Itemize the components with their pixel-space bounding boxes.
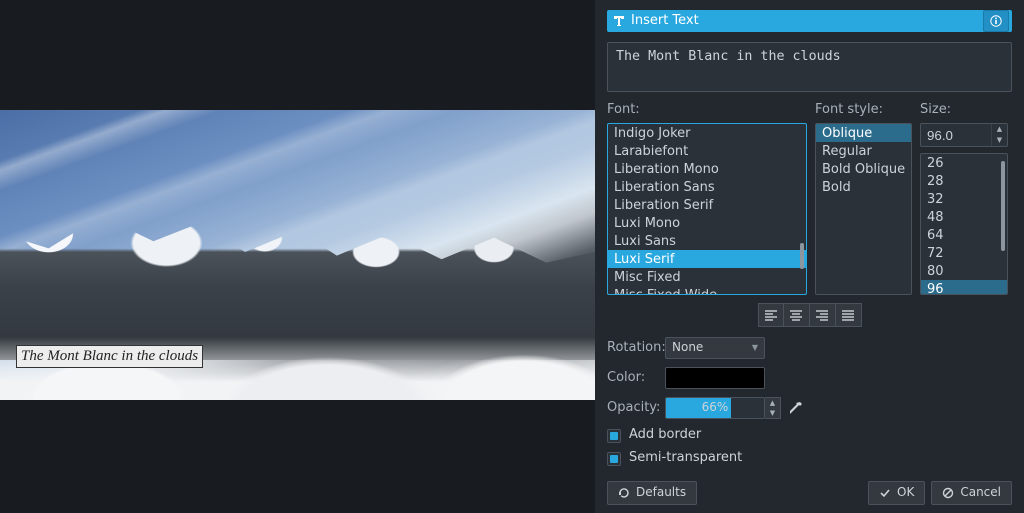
- text-content-input[interactable]: [607, 42, 1012, 92]
- list-item[interactable]: Oblique: [816, 124, 911, 142]
- scrollbar-thumb[interactable]: [800, 243, 804, 269]
- align-justify-button[interactable]: [836, 303, 862, 327]
- opacity-step-down[interactable]: ▼: [765, 408, 780, 418]
- opacity-slider[interactable]: 66%: [665, 397, 765, 419]
- panel-titlebar: Insert Text: [607, 10, 1012, 32]
- size-label: Size:: [920, 102, 1008, 119]
- list-item[interactable]: Bold: [816, 178, 911, 196]
- preview-canvas[interactable]: The Mont Blanc in the clouds: [0, 110, 595, 400]
- alignment-toolbar: [607, 303, 1012, 327]
- app-root: The Mont Blanc in the clouds Insert Text…: [0, 0, 1024, 513]
- opacity-value: 66%: [702, 400, 729, 416]
- list-item[interactable]: 72: [921, 244, 1007, 262]
- list-item[interactable]: 64: [921, 226, 1007, 244]
- opacity-spin[interactable]: ▲ ▼: [765, 397, 781, 419]
- size-preset-list[interactable]: 2628324864728096: [920, 153, 1008, 295]
- font-style-label: Font style:: [815, 102, 912, 119]
- insert-text-icon: [607, 14, 631, 28]
- list-item[interactable]: Luxi Sans: [608, 232, 806, 250]
- font-label: Font:: [607, 102, 807, 119]
- list-item[interactable]: 48: [921, 208, 1007, 226]
- align-center-button[interactable]: [784, 303, 810, 327]
- defaults-label: Defaults: [636, 485, 686, 501]
- opacity-label: Opacity:: [607, 400, 665, 417]
- color-row: Color:: [607, 367, 1012, 389]
- list-item[interactable]: Liberation Sans: [608, 178, 806, 196]
- list-item[interactable]: Liberation Serif: [608, 196, 806, 214]
- size-spinbox[interactable]: ▲ ▼: [920, 123, 1008, 147]
- size-input[interactable]: [921, 128, 991, 143]
- preview-pane: The Mont Blanc in the clouds: [0, 0, 595, 513]
- reset-icon: [618, 487, 630, 499]
- size-column: ▲ ▼ 2628324864728096: [920, 123, 1008, 295]
- ok-label: OK: [897, 485, 914, 501]
- opacity-picker-icon[interactable]: [785, 397, 807, 419]
- size-step-up[interactable]: ▲: [992, 124, 1007, 135]
- ok-button[interactable]: OK: [868, 481, 925, 505]
- semi-transparent-checkbox[interactable]: Semi-transparent: [607, 450, 1012, 467]
- font-picker-row: Indigo JokerLarabiefontLiberation MonoLi…: [607, 123, 1012, 295]
- color-swatch[interactable]: [665, 367, 765, 389]
- font-family-list[interactable]: Indigo JokerLarabiefontLiberation MonoLi…: [607, 123, 807, 295]
- rotation-row: Rotation: None ▼: [607, 337, 1012, 359]
- cancel-button[interactable]: Cancel: [931, 481, 1012, 505]
- cancel-label: Cancel: [960, 485, 1001, 501]
- list-item[interactable]: Misc Fixed: [608, 268, 806, 286]
- rotation-label: Rotation:: [607, 340, 665, 357]
- check-icon: [879, 487, 891, 499]
- list-item[interactable]: 32: [921, 190, 1007, 208]
- list-item[interactable]: Luxi Serif: [608, 250, 806, 268]
- add-border-checkbox[interactable]: Add border: [607, 427, 1012, 444]
- cancel-icon: [942, 487, 954, 499]
- align-right-button[interactable]: [810, 303, 836, 327]
- size-step-down[interactable]: ▼: [992, 135, 1007, 146]
- list-item[interactable]: Liberation Mono: [608, 160, 806, 178]
- chevron-down-icon: ▼: [752, 343, 758, 353]
- list-item[interactable]: Indigo Joker: [608, 124, 806, 142]
- preview-text-overlay[interactable]: The Mont Blanc in the clouds: [16, 345, 203, 369]
- list-item[interactable]: 26: [921, 154, 1007, 172]
- rotation-value: None: [672, 340, 703, 356]
- semi-transparent-label: Semi-transparent: [629, 450, 742, 467]
- info-button[interactable]: [983, 10, 1009, 32]
- checkbox-icon: [607, 429, 621, 443]
- list-item[interactable]: 80: [921, 262, 1007, 280]
- list-item[interactable]: Regular: [816, 142, 911, 160]
- color-label: Color:: [607, 370, 665, 387]
- font-style-list[interactable]: ObliqueRegularBold ObliqueBold: [815, 123, 912, 295]
- opacity-step-up[interactable]: ▲: [765, 398, 780, 408]
- rotation-select[interactable]: None ▼: [665, 337, 765, 359]
- list-item[interactable]: Luxi Mono: [608, 214, 806, 232]
- list-item[interactable]: 96: [921, 280, 1007, 295]
- dialog-footer: Defaults OK Cancel: [607, 473, 1012, 513]
- insert-text-panel: Insert Text Font: Font style: Size: Indi…: [595, 0, 1024, 513]
- list-item[interactable]: 28: [921, 172, 1007, 190]
- panel-title: Insert Text: [631, 13, 983, 30]
- opacity-row: Opacity: 66% ▲ ▼: [607, 397, 1012, 419]
- column-labels: Font: Font style: Size:: [607, 102, 1012, 119]
- align-left-button[interactable]: [758, 303, 784, 327]
- add-border-label: Add border: [629, 427, 701, 444]
- checkbox-icon: [607, 452, 621, 466]
- list-item[interactable]: Misc Fixed Wide: [608, 286, 806, 295]
- list-item[interactable]: Bold Oblique: [816, 160, 911, 178]
- defaults-button[interactable]: Defaults: [607, 481, 697, 505]
- list-item[interactable]: Larabiefont: [608, 142, 806, 160]
- scrollbar-thumb[interactable]: [1001, 161, 1005, 251]
